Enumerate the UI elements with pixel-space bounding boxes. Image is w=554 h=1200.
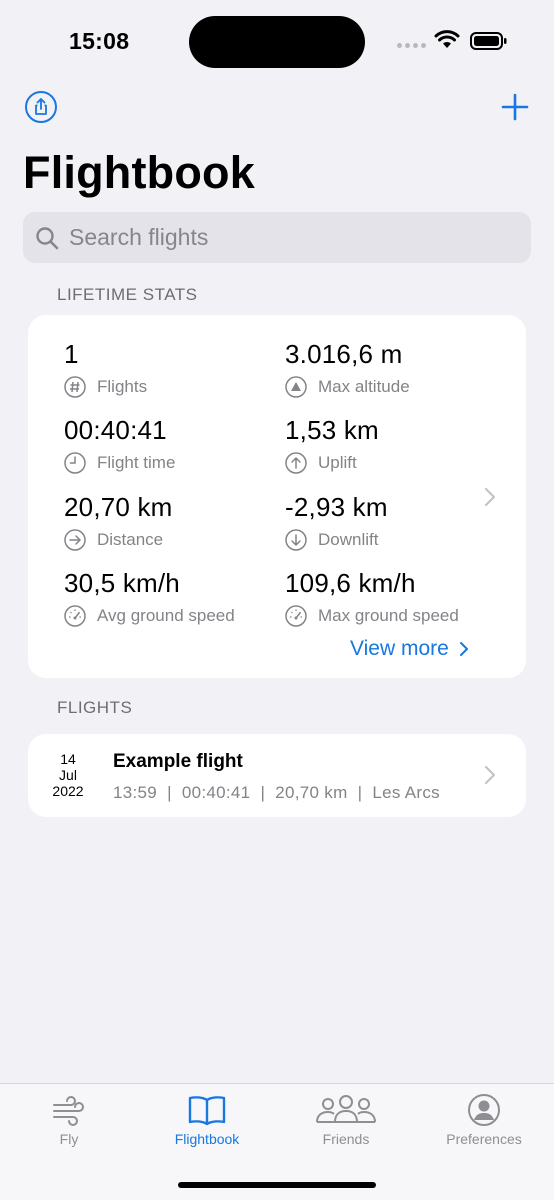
- stat-flight-time: 00:40:41 Flight time: [64, 415, 175, 474]
- stat-label: Flight time: [97, 453, 176, 472]
- gauge-icon: [64, 605, 86, 627]
- wind-icon: [53, 1096, 84, 1126]
- stat-avg-ground-speed: 30,5 km/h Avg ground speed: [64, 568, 235, 627]
- tab-preferences[interactable]: Preferences: [415, 1092, 553, 1147]
- flight-day: 14: [60, 751, 76, 767]
- flight-month: Jul: [59, 767, 77, 783]
- stat-value: 1: [64, 339, 79, 369]
- stat-value: 1,53 km: [285, 415, 379, 445]
- stat-label: Flights: [97, 377, 148, 396]
- stat-distance: 20,70 km Distance: [64, 492, 173, 551]
- tab-label: Friends: [322, 1131, 370, 1147]
- view-more-label: View more: [350, 637, 449, 660]
- wifi-icon: [434, 30, 460, 48]
- stat-value: 3.016,6 m: [285, 339, 403, 369]
- book-icon: [188, 1096, 226, 1126]
- flight-title: Example flight: [113, 751, 243, 772]
- stat-label: Uplift: [318, 453, 357, 472]
- flight-row[interactable]: 14 Jul 2022 Example flight 13:59 | 00:40…: [28, 734, 526, 817]
- battery-icon: [470, 32, 507, 50]
- stat-label: Max altitude: [318, 377, 410, 396]
- share-button[interactable]: [25, 91, 57, 123]
- stat-max-altitude: 3.016,6 m Max altitude: [285, 339, 410, 398]
- stat-label: Distance: [97, 530, 164, 549]
- share-icon: [35, 98, 47, 115]
- chevron-right-icon: [459, 642, 468, 656]
- search-icon: [36, 226, 59, 249]
- tab-label: Preferences: [446, 1131, 522, 1147]
- stat-max-ground-speed: 109,6 km/h Max ground speed: [285, 568, 459, 627]
- people-icon: [316, 1095, 376, 1123]
- stat-value: 109,6 km/h: [285, 568, 416, 598]
- page-title: Flightbook: [23, 147, 255, 198]
- flight-date: 14 Jul 2022: [48, 751, 88, 799]
- stat-label: Downlift: [318, 530, 379, 549]
- arrow-right-circle-icon: [64, 529, 86, 551]
- person-circle-icon: [468, 1094, 500, 1126]
- status-time: 15:08: [69, 28, 130, 54]
- tab-fly[interactable]: Fly: [0, 1092, 138, 1147]
- cellular-signal-icon: [397, 43, 426, 48]
- tab-label: Flightbook: [174, 1131, 240, 1147]
- status-bar: 15:08: [0, 0, 554, 70]
- stat-uplift: 1,53 km Uplift: [285, 415, 379, 474]
- arrow-up-circle-icon: [285, 452, 307, 474]
- stat-value: 30,5 km/h: [64, 568, 180, 598]
- dynamic-island: [189, 16, 365, 68]
- stat-value: 20,70 km: [64, 492, 173, 522]
- flights-header: FLIGHTS: [57, 698, 133, 717]
- search-input[interactable]: [69, 224, 489, 251]
- home-indicator: [178, 1182, 376, 1188]
- stat-value: -2,93 km: [285, 492, 388, 522]
- flight-year: 2022: [52, 783, 84, 799]
- view-more-link[interactable]: View more: [350, 637, 469, 661]
- stat-label: Max ground speed: [318, 606, 459, 625]
- clock-icon: [64, 452, 86, 474]
- chevron-right-icon: [484, 765, 496, 785]
- lifetime-stats-header: LIFETIME STATS: [57, 285, 198, 304]
- tab-flightbook[interactable]: Flightbook: [138, 1092, 276, 1147]
- tab-label: Fly: [59, 1131, 79, 1147]
- flight-meta: 13:59 | 00:40:41 | 20,70 km | Les Arcs: [113, 783, 440, 802]
- add-flight-button[interactable]: [500, 92, 530, 122]
- stat-flights: 1 Flights: [64, 339, 147, 398]
- arrow-down-circle-icon: [285, 529, 307, 551]
- number-sign-icon: [64, 376, 86, 398]
- lifetime-stats-card[interactable]: 1 Flights 3.016,6 m Max altitude 00:40:4…: [28, 315, 526, 678]
- chevron-right-icon: [484, 487, 496, 507]
- triangle-up-icon: [285, 376, 307, 398]
- tab-friends[interactable]: Friends: [277, 1092, 415, 1147]
- gauge-icon: [285, 605, 307, 627]
- stat-value: 00:40:41: [64, 415, 167, 445]
- search-bar[interactable]: [23, 212, 531, 263]
- stat-label: Avg ground speed: [97, 606, 235, 625]
- stat-downlift: -2,93 km Downlift: [285, 492, 388, 551]
